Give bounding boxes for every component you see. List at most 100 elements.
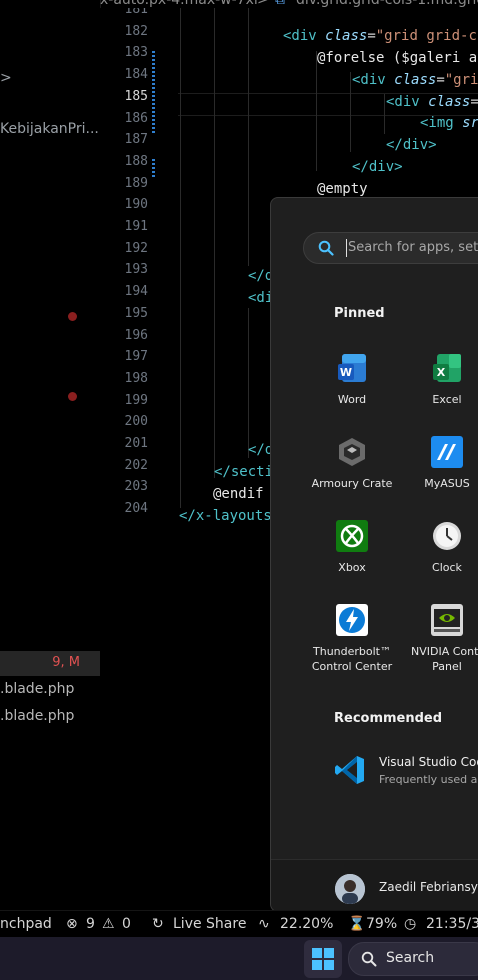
start-menu-footer: Zaedil Febriansyah [271, 859, 478, 911]
line-number: 196 [124, 327, 148, 343]
pinned-app-excel[interactable]: X Excel [399, 352, 478, 407]
line-number: 201 [124, 436, 148, 451]
live-share-button[interactable]: Live Share [173, 916, 246, 932]
svg-text:X: X [437, 366, 446, 379]
line-number: 195 [124, 305, 148, 321]
nvidia-icon [431, 604, 463, 636]
line-number: 202 [124, 457, 148, 473]
line-number: 190 [124, 197, 148, 213]
pinned-heading: Pinned [334, 306, 385, 321]
explorer-item-active[interactable]: 9, M [0, 651, 100, 676]
recommended-item-vscode[interactable]: Visual Studio Code Frequently used ap [333, 753, 478, 791]
avatar[interactable] [335, 874, 365, 904]
line-number: 186 [124, 110, 148, 126]
clock-status-icon: ◷ [404, 916, 417, 932]
start-menu: Search for apps, setti Pinned W Word X E… [270, 197, 478, 912]
git-change-marker [152, 51, 155, 135]
explorer-file[interactable]: .blade.php [0, 708, 74, 724]
pinned-app-thunderbolt[interactable]: Thunderbolt™ Control Center [304, 604, 400, 674]
myasus-icon [431, 436, 463, 468]
explorer-item-partial[interactable]: > [0, 70, 12, 86]
warning-icon: ⚠ [102, 916, 115, 932]
code-line-185: <div class= [386, 94, 478, 110]
code-line-182: <div class="grid grid-c [283, 28, 477, 44]
taskbar-search-label: Search [386, 950, 435, 966]
code-line-184: <div class="gri [352, 72, 478, 88]
line-number: 187 [124, 132, 148, 148]
line-number: 198 [124, 370, 148, 386]
svg-text:W: W [340, 366, 352, 379]
indent-guide [180, 8, 181, 508]
code-line-204: </x-layouts [179, 508, 272, 524]
breadcrumb: x-auto.px-4.max-w-7xl > ⧉ div.grid.grid-… [100, 0, 478, 8]
pinned-app-armoury-crate[interactable]: Armoury Crate [304, 436, 400, 491]
thunderbolt-icon [336, 604, 368, 636]
word-icon: W [336, 352, 368, 384]
search-icon [361, 951, 377, 967]
indent-guide [248, 308, 249, 458]
warning-count[interactable]: 0 [122, 916, 131, 932]
cpu-icon: ∿ [258, 916, 270, 932]
battery-icon: ⌛ [348, 916, 366, 932]
recommended-heading: Recommended [334, 711, 443, 726]
explorer-file[interactable]: .blade.php [0, 681, 74, 697]
line-number: 199 [124, 392, 148, 408]
code-line-189: @empty [317, 181, 368, 197]
line-number: 192 [124, 240, 148, 256]
battery-level: 79% [366, 916, 398, 932]
code-line-183: @forelse ($galeri a [317, 50, 478, 66]
xbox-icon [336, 520, 368, 552]
indent-guide [316, 51, 317, 171]
excel-icon: X [431, 352, 463, 384]
breadcrumb-item[interactable]: x-auto.px-4.max-w-7xl [100, 0, 258, 8]
line-number: 191 [124, 219, 148, 234]
user-name[interactable]: Zaedil Febriansyah [379, 880, 478, 894]
code-icon: ⧉ [275, 0, 285, 8]
explorer-pane: > KebijakanPri... 9, M .blade.php .blade… [0, 0, 101, 910]
indent-guide [384, 94, 385, 134]
code-line-186: <img sr [420, 115, 478, 131]
problem-count: 9, M [52, 655, 80, 670]
pinned-app-nvidia[interactable]: NVIDIA Contr Panel [399, 604, 478, 674]
indent-guide [214, 8, 215, 478]
start-button[interactable] [304, 940, 342, 978]
line-number: 185 [124, 88, 148, 104]
pinned-app-xbox[interactable]: Xbox [304, 520, 400, 575]
line-number: 193 [124, 262, 148, 278]
live-share-icon: ↻ [152, 916, 164, 932]
modified-dot-icon [68, 312, 77, 321]
error-count[interactable]: 9 [86, 916, 95, 932]
line-number: 188 [124, 153, 148, 169]
indent-guide [248, 8, 249, 266]
windows-icon [312, 948, 334, 970]
launchpad-status[interactable]: nchpad [0, 916, 52, 932]
breadcrumb-item[interactable]: div.grid.grid-cols-1.md:grid [296, 0, 478, 8]
line-number: 183 [124, 45, 148, 61]
pinned-app-myasus[interactable]: MyASUS [399, 436, 478, 491]
recommended-title: Visual Studio Code [379, 755, 478, 769]
recommended-subtitle: Frequently used ap [379, 773, 478, 786]
line-number: 189 [124, 175, 148, 191]
breadcrumb-separator: > [257, 0, 269, 8]
search-icon [318, 240, 334, 256]
line-number: 203 [124, 479, 148, 495]
line-number: 204 [124, 501, 148, 517]
explorer-item-kebijakan[interactable]: KebijakanPri... [0, 121, 99, 137]
start-search-input[interactable]: Search for apps, setti [303, 232, 478, 264]
vscode-icon [335, 756, 364, 784]
code-line-203: @endif [213, 486, 264, 502]
line-number: 181 [124, 8, 148, 17]
taskbar: Search [0, 937, 478, 980]
pinned-app-word[interactable]: W Word [304, 352, 400, 407]
code-line-187: </div> [386, 137, 437, 153]
line-number: 184 [124, 67, 148, 83]
clock-icon [431, 520, 463, 552]
cpu-usage: 22.20% [280, 916, 334, 932]
armoury-crate-icon [336, 436, 368, 468]
pinned-app-clock[interactable]: Clock [399, 520, 478, 575]
text-caret [346, 239, 347, 257]
status-bar: nchpad ⊗ 9 ⚠ 0 ↻ Live Share ∿ 22.20% ⌛ 7… [0, 910, 478, 938]
line-number: 182 [124, 23, 148, 39]
taskbar-search[interactable]: Search [348, 942, 478, 976]
indent-guide [350, 72, 351, 152]
